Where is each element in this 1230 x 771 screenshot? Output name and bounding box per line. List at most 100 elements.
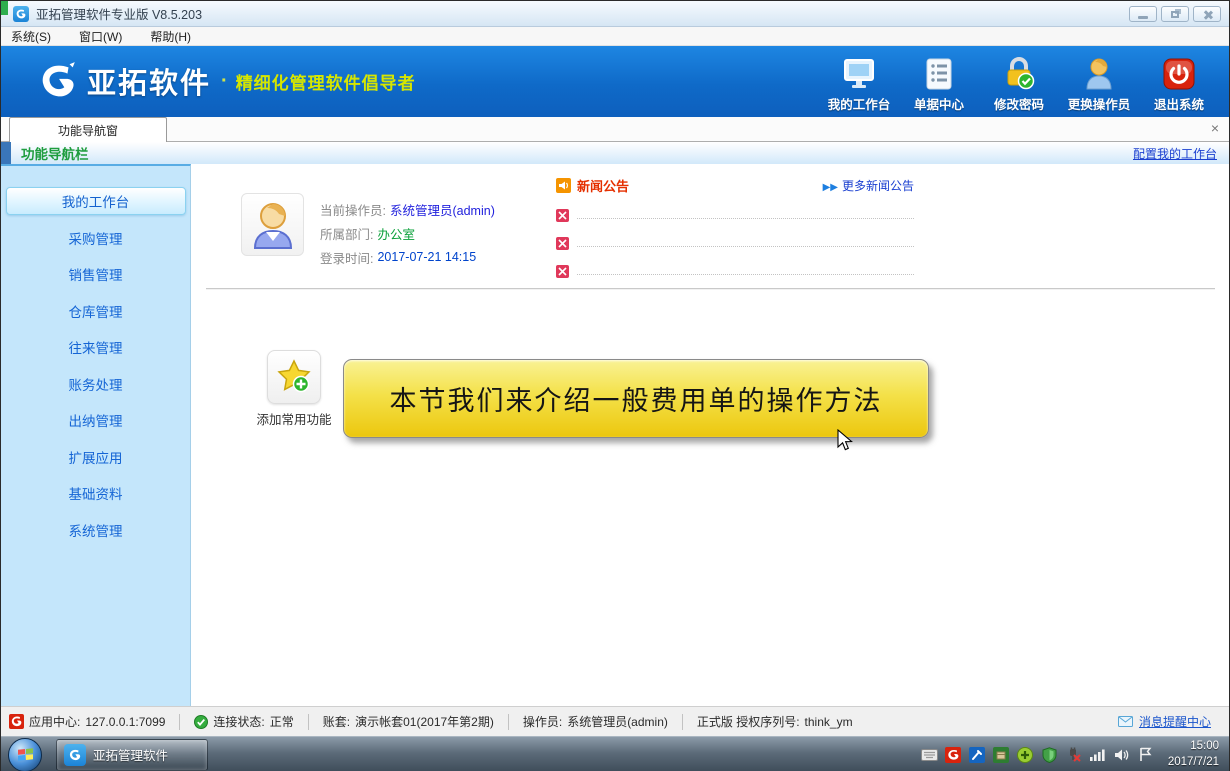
connection-ok-icon <box>194 715 208 729</box>
network-signal-icon[interactable] <box>1089 746 1106 763</box>
minimize-button[interactable] <box>1129 6 1157 22</box>
brand-header: 亚拓软件 · 精细化管理软件倡导者 我的工作台 单据中心 修改密 <box>1 46 1229 117</box>
plus-circle-icon[interactable] <box>1017 746 1034 763</box>
tab-function-navigation[interactable]: 功能导航窗 <box>9 117 167 142</box>
yatuo-tray-icon[interactable] <box>945 746 962 763</box>
sidebar-item-my-workbench[interactable]: 我的工作台 <box>6 187 186 215</box>
toolbar-document-center[interactable]: 单据中心 <box>899 52 979 113</box>
operator-value: 系统管理员(admin) <box>390 200 495 219</box>
screen-corner-artifact <box>1 1 8 15</box>
title-bar: 亚拓管理软件专业版 V8.5.203 <box>1 1 1229 27</box>
toolbar-exit-system[interactable]: 退出系统 <box>1139 52 1219 113</box>
app-center-status: 应用中心: 127.0.0.1:7099 <box>9 713 165 730</box>
sidebar-item-purchase[interactable]: 采购管理 <box>1 224 191 252</box>
news-item-placeholder <box>577 274 914 275</box>
workbench-monitor-icon <box>842 52 876 90</box>
department-label: 所属部门: <box>320 224 373 243</box>
status-operator-value: 系统管理员(admin) <box>567 713 668 730</box>
menu-system[interactable]: 系统(S) <box>11 28 51 45</box>
operator-avatar <box>241 193 304 256</box>
sidebar-item-extensions[interactable]: 扩展应用 <box>1 443 191 471</box>
connection-value: 正常 <box>270 713 294 730</box>
login-time-label: 登录时间: <box>320 248 373 267</box>
document-center-icon <box>925 52 953 90</box>
taskbar-app-button[interactable]: 亚拓管理软件 <box>56 739 208 771</box>
clock-date: 2017/7/21 <box>1168 755 1219 771</box>
operator-label: 当前操作员: <box>320 200 386 219</box>
menu-bar: 系统(S) 窗口(W) 帮助(H) <box>1 27 1229 46</box>
sidebar-item-accounting[interactable]: 账务处理 <box>1 370 191 398</box>
restore-button[interactable] <box>1161 6 1189 22</box>
volume-icon[interactable] <box>1113 746 1130 763</box>
license-value: think_ym <box>805 715 853 729</box>
connection-status: 连接状态: 正常 <box>194 713 293 730</box>
news-item-row[interactable] <box>556 194 914 222</box>
sidebar-item-sales[interactable]: 销售管理 <box>1 260 191 288</box>
tool-icon[interactable] <box>969 746 986 763</box>
brand-name: 亚拓软件 <box>87 60 211 102</box>
toolbar-switch-operator[interactable]: 更换操作员 <box>1059 52 1139 113</box>
account-set-status: 账套: 演示帐套01(2017年第2期) <box>323 713 494 730</box>
connection-label: 连接状态: <box>213 713 264 730</box>
news-item-icon <box>556 265 569 278</box>
add-favorite-function-button[interactable]: 添加常用功能 <box>244 350 344 428</box>
announcement-speaker-icon <box>556 178 571 193</box>
sidebar-item-system[interactable]: 系统管理 <box>1 516 191 544</box>
menu-help[interactable]: 帮助(H) <box>150 28 191 45</box>
tab-bar: 功能导航窗 × <box>1 117 1229 142</box>
system-tray <box>921 746 1154 763</box>
license-label: 正式版 授权序列号: <box>697 713 800 730</box>
news-item-row[interactable] <box>556 250 914 278</box>
section-accent-block <box>1 142 11 164</box>
logo-swoosh-icon <box>37 60 79 102</box>
start-button[interactable] <box>8 738 42 771</box>
news-title: 新闻公告 <box>577 176 629 195</box>
add-favorite-label: 添加常用功能 <box>256 409 331 428</box>
tutorial-banner: 本节我们来介绍一般费用单的操作方法 <box>343 359 929 438</box>
brand-slogan: 精细化管理软件倡导者 <box>236 69 416 94</box>
message-center-link[interactable]: 消息提醒中心 <box>1118 713 1211 730</box>
configure-workbench-link[interactable]: 配置我的工作台 <box>1133 145 1217 162</box>
app-center-label: 应用中心: <box>29 713 80 730</box>
windows-taskbar: 亚拓管理软件 <box>1 736 1229 771</box>
sidebar-navigation: 我的工作台 采购管理 销售管理 仓库管理 往来管理 账务处理 出纳管理 扩展应用… <box>1 164 191 706</box>
sidebar-item-base-data[interactable]: 基础资料 <box>1 479 191 507</box>
taskbar-clock[interactable]: 15:00 2017/7/21 <box>1168 739 1219 770</box>
window-title: 亚拓管理软件专业版 V8.5.203 <box>36 4 202 23</box>
notification-flag-icon[interactable] <box>1137 746 1154 763</box>
app-center-icon <box>9 714 24 729</box>
nav-section-header: 功能导航栏 配置我的工作台 <box>1 142 1229 164</box>
news-panel: 新闻公告 ▶▶更多新闻公告 <box>556 176 914 278</box>
plug-disconnected-icon[interactable] <box>1065 746 1082 763</box>
sidebar-item-contacts[interactable]: 往来管理 <box>1 333 191 361</box>
menu-window[interactable]: 窗口(W) <box>79 28 122 45</box>
package-icon[interactable] <box>993 746 1010 763</box>
status-operator-label: 操作员: <box>523 713 562 730</box>
license-status: 正式版 授权序列号: think_ym <box>697 713 853 730</box>
double-arrow-icon: ▶▶ <box>823 182 838 193</box>
sidebar-item-cashier[interactable]: 出纳管理 <box>1 406 191 434</box>
account-label: 账套: <box>323 713 350 730</box>
toolbar-change-password[interactable]: 修改密码 <box>979 52 1059 113</box>
news-item-icon <box>556 209 569 222</box>
news-item-placeholder <box>577 246 914 247</box>
envelope-icon <box>1118 716 1133 727</box>
sidebar-item-warehouse[interactable]: 仓库管理 <box>1 297 191 325</box>
news-item-placeholder <box>577 218 914 219</box>
more-news-link[interactable]: ▶▶更多新闻公告 <box>823 177 914 194</box>
keyboard-icon[interactable] <box>921 746 938 763</box>
close-button[interactable] <box>1193 6 1221 22</box>
shield-icon[interactable] <box>1041 746 1058 763</box>
brand-logo: 亚拓软件 · 精细化管理软件倡导者 <box>37 60 416 102</box>
login-time-value: 2017-07-21 14:15 <box>377 250 476 264</box>
news-item-icon <box>556 237 569 250</box>
tab-close-icon[interactable]: × <box>1207 120 1223 136</box>
windows-flag-icon <box>18 748 33 762</box>
horizontal-separator <box>206 288 1215 290</box>
toolbar-my-workbench[interactable]: 我的工作台 <box>819 52 899 113</box>
application-window: 亚拓管理软件专业版 V8.5.203 系统(S) 窗口(W) 帮助(H) 亚拓软… <box>0 0 1230 771</box>
main-body: 我的工作台 采购管理 销售管理 仓库管理 往来管理 账务处理 出纳管理 扩展应用… <box>1 164 1229 706</box>
star-plus-icon <box>267 350 321 404</box>
news-item-row[interactable] <box>556 222 914 250</box>
account-value: 演示帐套01(2017年第2期) <box>355 713 494 730</box>
